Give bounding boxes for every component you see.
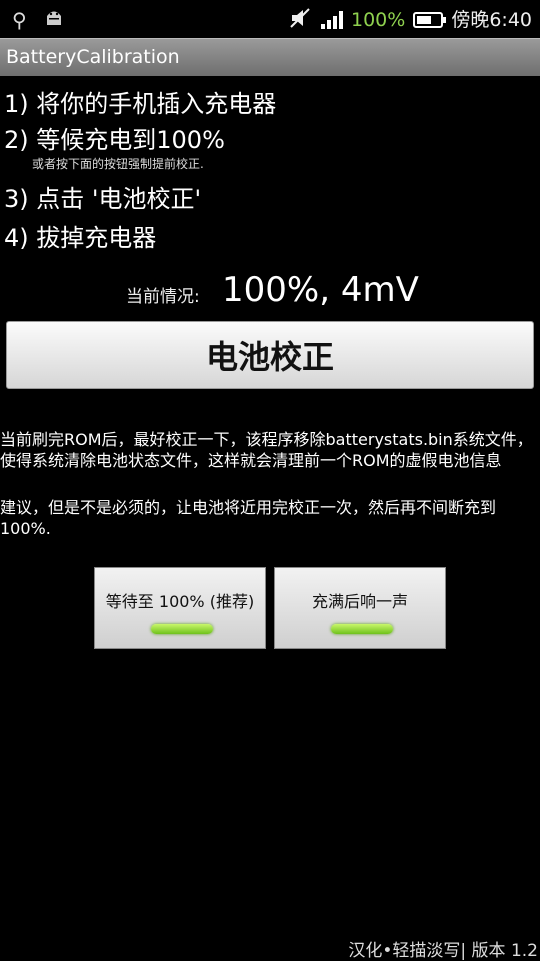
step-4: 4) 拔掉充电器	[4, 224, 157, 252]
calibrate-button[interactable]: 电池校正	[6, 321, 534, 389]
description-paragraph-1: 当前刷完ROM后，最好校正一下，该程序移除batterystats.bin系统文…	[0, 430, 533, 470]
battery-charging-icon	[413, 12, 447, 28]
wait-until-full-toggle[interactable]: 等待至 100% (推荐)	[94, 567, 266, 649]
usb-icon: ⚲	[12, 8, 27, 32]
app-title-bar: BatteryCalibration	[0, 38, 540, 76]
status-bar: ⚲ 100% 傍晚6:40	[0, 0, 540, 38]
beep-when-full-toggle[interactable]: 充满后响一声	[274, 567, 446, 649]
status-label: 当前情况:	[126, 287, 200, 307]
force-calibrate-hint: 或者按下面的按钮强制提前校正.	[32, 157, 204, 171]
app-title: BatteryCalibration	[6, 46, 180, 68]
android-debug-icon	[43, 6, 65, 34]
toggle-indicator-on	[151, 624, 213, 634]
mute-icon	[289, 7, 313, 33]
step-3: 3) 点击 '电池校正'	[4, 185, 202, 213]
version-footer: 汉化•轻描淡写| 版本 1.2	[348, 941, 538, 961]
step-2: 2) 等候充电到100%	[4, 126, 225, 154]
toggle-label: 等待至 100% (推荐)	[105, 592, 255, 611]
clock: 傍晚6:40	[451, 9, 532, 31]
status-value: 100%, 4mV	[222, 270, 419, 310]
toggle-indicator-on	[331, 624, 393, 634]
description-paragraph-2: 建议，但是不是必须的，让电池将近用完校正一次，然后再不间断充到100%.	[0, 498, 497, 538]
battery-percent: 100%	[351, 9, 406, 31]
step-1: 1) 将你的手机插入充电器	[4, 90, 277, 118]
battery-status-row: 当前情况: 100%, 4mV	[0, 270, 540, 314]
toggle-label: 充满后响一声	[311, 592, 408, 611]
signal-icon	[321, 11, 343, 29]
